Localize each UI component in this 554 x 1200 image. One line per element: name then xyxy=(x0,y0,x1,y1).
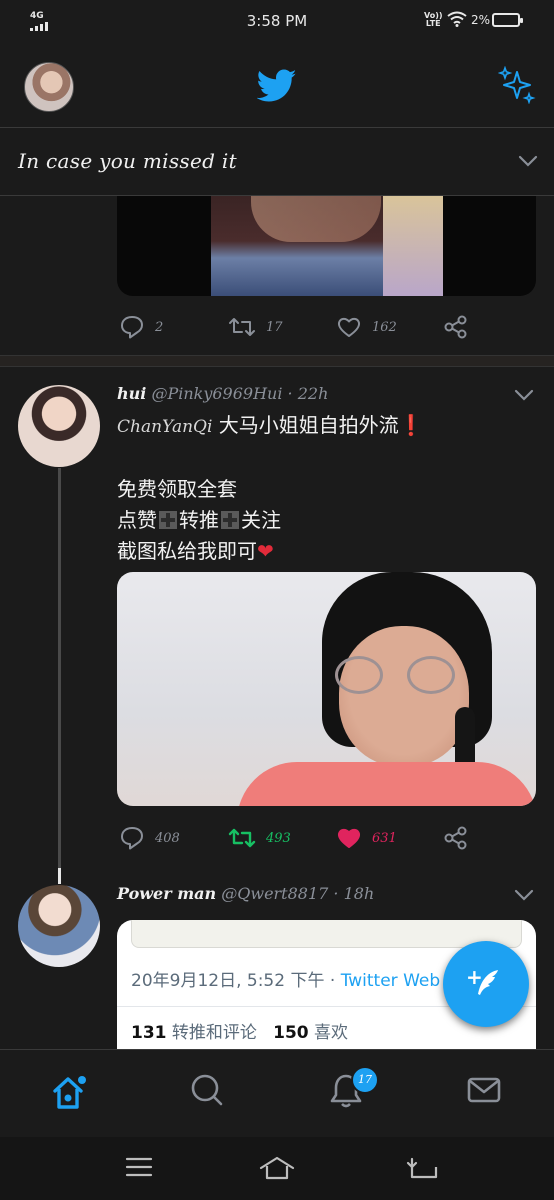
home-icon[interactable] xyxy=(50,1072,90,1112)
tweet-time: 22h xyxy=(297,384,329,403)
display-name[interactable]: Power man xyxy=(117,884,216,903)
exclamation-emoji: ❗ xyxy=(398,413,424,437)
twitter-bird-icon[interactable] xyxy=(257,69,297,103)
tweet-header: Power man @Qwert8817 · 18h xyxy=(117,884,375,903)
user-handle[interactable]: @Pinky6969Hui xyxy=(151,384,282,403)
tweet-header: hui @Pinky6969Hui · 22h xyxy=(117,384,329,403)
battery-percent: 2% xyxy=(471,13,491,27)
reply-icon xyxy=(121,827,143,850)
battery-icon xyxy=(492,13,523,27)
timeline-divider xyxy=(0,355,554,367)
tweet-media[interactable] xyxy=(117,196,536,296)
menu-icon[interactable] xyxy=(124,1155,154,1179)
retweet-icon xyxy=(228,828,256,848)
quote-source: Twitter Web xyxy=(340,971,441,991)
reply-button[interactable]: 2 xyxy=(119,312,163,342)
media-photo xyxy=(211,196,443,296)
retweet-button[interactable]: 17 xyxy=(228,312,283,342)
retweet-icon xyxy=(229,318,255,336)
tweet-body: ChanYanQi 大马小姐姐自拍外流❗ 免费领取全套 点赞 转推 关注 截图私给我… xyxy=(117,413,424,563)
section-header[interactable]: In case you missed it xyxy=(0,129,554,196)
tweet-actions: 2 17 162 xyxy=(117,312,537,342)
share-button[interactable] xyxy=(443,823,469,853)
app-bar xyxy=(0,44,554,128)
heart-icon xyxy=(337,317,361,337)
share-icon xyxy=(444,826,467,850)
back-icon[interactable] xyxy=(406,1155,438,1181)
avatar[interactable] xyxy=(18,385,100,467)
quote-stats: 131 转推和评论 150 喜欢 xyxy=(131,1023,349,1043)
notification-badge: 17 xyxy=(351,1066,379,1094)
bottom-tab-bar xyxy=(0,1049,554,1137)
mail-icon[interactable] xyxy=(466,1072,502,1108)
chevron-down-icon[interactable] xyxy=(514,389,534,401)
svg-text:+: + xyxy=(466,965,483,989)
profile-avatar[interactable] xyxy=(24,62,74,112)
heart-emoji: ❤ xyxy=(257,539,274,563)
reply-button[interactable]: 408 xyxy=(119,823,180,853)
quote-timestamp: 20年9月12日, 5:52 下午 · Twitter Web xyxy=(131,971,441,991)
like-button[interactable]: 162 xyxy=(336,312,397,342)
like-button[interactable]: 631 xyxy=(336,823,397,853)
section-title: In case you missed it xyxy=(18,149,237,173)
system-nav-bar xyxy=(0,1137,554,1200)
avatar[interactable] xyxy=(18,885,100,967)
home-outline-icon[interactable] xyxy=(258,1155,296,1181)
wifi-icon xyxy=(447,11,467,27)
reply-icon xyxy=(121,316,143,339)
plus-emoji-icon xyxy=(159,511,177,529)
sparkle-icon[interactable] xyxy=(498,66,536,104)
tweet-actions: 408 493 631 xyxy=(117,823,537,853)
chevron-down-icon[interactable] xyxy=(518,155,538,167)
share-icon xyxy=(444,315,467,339)
mention[interactable]: ChanYanQi xyxy=(117,417,212,437)
share-button[interactable] xyxy=(443,312,469,342)
retweet-button[interactable]: 493 xyxy=(228,823,291,853)
status-bar: 4G 3:58 PM Vo)) LTE 2% xyxy=(0,0,554,44)
display-name[interactable]: hui xyxy=(117,384,146,403)
tweet-time: 18h xyxy=(343,884,375,903)
volte-indicator: Vo)) LTE xyxy=(424,11,443,28)
thread-line xyxy=(58,868,61,884)
heart-icon xyxy=(337,828,361,848)
search-icon[interactable] xyxy=(189,1072,225,1108)
thread-line xyxy=(58,468,61,884)
plus-emoji-icon xyxy=(221,511,239,529)
chevron-down-icon[interactable] xyxy=(514,889,534,901)
compose-tweet-icon: + xyxy=(466,965,498,995)
compose-tweet-button[interactable]: + xyxy=(443,941,529,1027)
user-handle[interactable]: @Qwert8817 xyxy=(221,884,328,903)
tweet-media[interactable] xyxy=(117,572,536,806)
